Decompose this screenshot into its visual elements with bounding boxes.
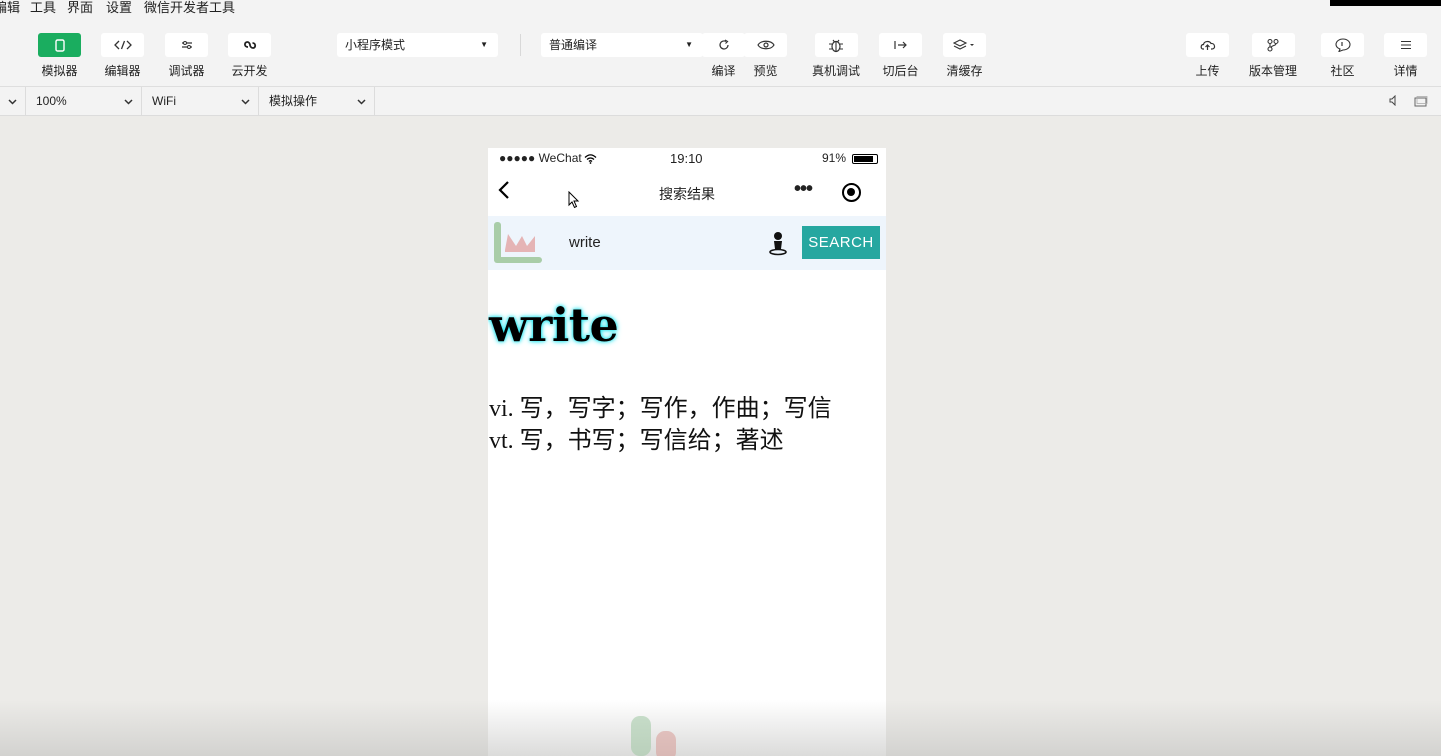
zoom-select[interactable]: 100% bbox=[26, 87, 142, 115]
compile-select-value: 普通编译 bbox=[549, 38, 598, 52]
search-row: write SEARCH bbox=[488, 216, 886, 270]
simulator-subbar: 100% WiFi 模拟操作 bbox=[0, 87, 1441, 116]
clear-cache-button[interactable]: 清缓存 bbox=[943, 33, 986, 79]
network-select[interactable]: WiFi bbox=[142, 87, 259, 115]
switch-background-icon bbox=[879, 33, 922, 57]
community-label: 社区 bbox=[1330, 64, 1355, 78]
phone-icon bbox=[38, 33, 81, 57]
compile-select[interactable]: 普通编译 ▼ bbox=[541, 33, 703, 57]
menu-bar: 编辑 工具 界面 设置 微信开发者工具 bbox=[0, 0, 1441, 16]
upload-label: 上传 bbox=[1195, 64, 1220, 78]
upload-button[interactable]: 上传 bbox=[1186, 33, 1229, 79]
background-switch-button[interactable]: 切后台 bbox=[879, 33, 922, 79]
clear-cache-label: 清缓存 bbox=[946, 64, 983, 78]
simulator-button[interactable]: 模拟器 bbox=[38, 33, 81, 79]
app-logo-icon bbox=[494, 222, 542, 264]
chevron-down-icon bbox=[357, 87, 366, 115]
community-button[interactable]: 社区 bbox=[1321, 33, 1364, 79]
background-switch-label: 切后台 bbox=[882, 64, 919, 78]
remote-debug-label: 真机调试 bbox=[812, 64, 861, 78]
headword: write bbox=[489, 298, 619, 352]
editor-label: 编辑器 bbox=[104, 64, 141, 78]
preview-label: 预览 bbox=[753, 64, 778, 78]
cloud-dev-button[interactable]: 云开发 bbox=[228, 33, 271, 79]
menu-settings[interactable]: 设置 bbox=[106, 0, 132, 15]
simulate-operation-value: 模拟操作 bbox=[269, 94, 318, 108]
details-label: 详情 bbox=[1393, 64, 1418, 78]
menu-interface[interactable]: 界面 bbox=[67, 0, 93, 15]
definition-line: vt. 写，书写；写信给；著述 bbox=[489, 428, 784, 454]
debugger-button[interactable]: 调试器 bbox=[165, 33, 208, 79]
window-edge-bar bbox=[1330, 0, 1441, 6]
version-control-label: 版本管理 bbox=[1249, 64, 1298, 78]
window-icon[interactable] bbox=[1414, 96, 1428, 110]
simulator-label: 模拟器 bbox=[41, 64, 78, 78]
version-control-button[interactable]: 版本管理 bbox=[1249, 33, 1297, 79]
ghost-logo-icon bbox=[631, 716, 681, 756]
device-select[interactable] bbox=[0, 87, 26, 115]
carrier-text: ●●●●● WeChat bbox=[499, 151, 582, 165]
toolbar-divider bbox=[520, 34, 521, 56]
caret-down-icon: ▼ bbox=[480, 40, 488, 49]
compile-label: 编译 bbox=[711, 64, 736, 78]
caret-down-icon: ▼ bbox=[685, 40, 693, 49]
status-bar: ●●●●● WeChat 19:10 91% bbox=[488, 148, 886, 170]
wifi-icon bbox=[584, 153, 597, 167]
clock-text: 19:10 bbox=[670, 151, 703, 166]
bug-icon bbox=[814, 33, 858, 57]
cloud-dev-label: 云开发 bbox=[231, 64, 268, 78]
editor-button[interactable]: 编辑器 bbox=[101, 33, 144, 79]
speaker-icon[interactable] bbox=[1389, 94, 1399, 109]
refresh-icon bbox=[702, 33, 745, 57]
capsule-close-icon[interactable] bbox=[842, 183, 861, 202]
menu-wechat-devtools[interactable]: 微信开发者工具 bbox=[144, 0, 235, 15]
definition-line: vi. 写，写字；写作，作曲；写信 bbox=[489, 396, 832, 422]
debugger-label: 调试器 bbox=[168, 64, 205, 78]
network-value: WiFi bbox=[152, 94, 176, 108]
search-button[interactable]: SEARCH bbox=[802, 226, 880, 259]
mouse-cursor-icon bbox=[568, 190, 580, 214]
chevron-down-icon bbox=[124, 87, 133, 115]
eye-icon bbox=[744, 33, 787, 57]
chevron-down-icon bbox=[8, 87, 17, 115]
compile-button[interactable]: 编译 bbox=[702, 33, 745, 79]
branch-icon bbox=[1251, 33, 1295, 57]
menu-edit[interactable]: 编辑 bbox=[0, 0, 20, 15]
cloud-upload-icon bbox=[1186, 33, 1229, 57]
menu-tools[interactable]: 工具 bbox=[30, 0, 56, 15]
battery-icon bbox=[852, 154, 878, 164]
zoom-value: 100% bbox=[36, 94, 67, 108]
layers-icon bbox=[943, 33, 986, 57]
preview-button[interactable]: 预览 bbox=[744, 33, 787, 79]
phone-simulator: ●●●●● WeChat 19:10 91% 搜索结果 ••• write SE… bbox=[488, 148, 886, 756]
bottom-fade bbox=[0, 700, 1441, 756]
simulate-operation-select[interactable]: 模拟操作 bbox=[259, 87, 375, 115]
mode-select-value: 小程序模式 bbox=[345, 38, 406, 52]
details-button[interactable]: 详情 bbox=[1384, 33, 1427, 79]
main-toolbar: 模拟器 编辑器 调试器 云开发 小程序模式 ▼ 普通编译 ▼ 编译 预览 真机调… bbox=[0, 16, 1441, 87]
code-icon bbox=[101, 33, 144, 57]
menu-lines-icon bbox=[1384, 33, 1427, 57]
mode-select[interactable]: 小程序模式 ▼ bbox=[337, 33, 498, 57]
page-title: 搜索结果 bbox=[659, 186, 715, 202]
battery-percent: 91% bbox=[821, 151, 846, 165]
cloud-link-icon bbox=[228, 33, 271, 57]
more-dots-icon[interactable]: ••• bbox=[794, 178, 813, 201]
remote-debug-button[interactable]: 真机调试 bbox=[812, 33, 860, 79]
person-voice-icon[interactable] bbox=[768, 230, 788, 261]
nav-bar: 搜索结果 ••• bbox=[488, 170, 886, 216]
chat-bubble-icon bbox=[1321, 33, 1364, 57]
debug-sliders-icon bbox=[165, 33, 208, 57]
chevron-down-icon bbox=[241, 87, 250, 115]
search-query-text[interactable]: write bbox=[569, 234, 601, 251]
